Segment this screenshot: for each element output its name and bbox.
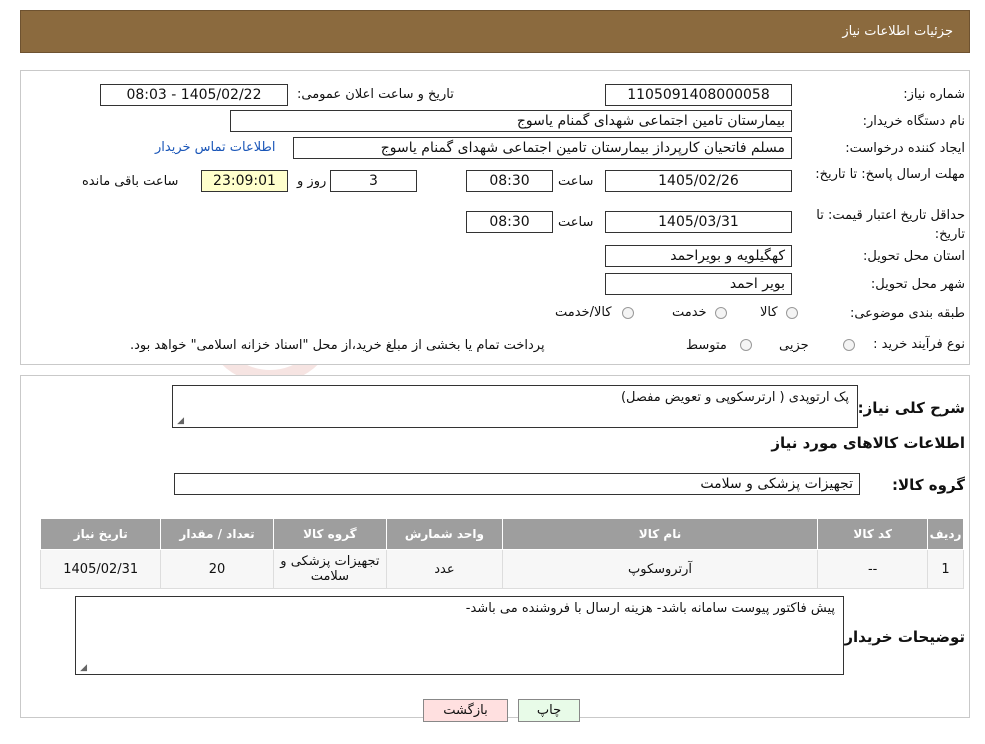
- back-button[interactable]: بازگشت: [423, 699, 508, 722]
- category-radio-goods[interactable]: [786, 307, 798, 319]
- creator-field[interactable]: مسلم فاتحیان کارپرداز بیمارستان تامین اج…: [293, 137, 792, 159]
- print-button[interactable]: چاپ: [518, 699, 580, 722]
- col-header-unit: واحد شمارش: [386, 518, 503, 550]
- remaining-time-field: 23:09:01: [201, 170, 288, 192]
- table-header-row: ردیف کد کالا نام کالا واحد شمارش گروه کا…: [39, 518, 964, 550]
- deadline-date-field[interactable]: 1405/02/26: [605, 170, 792, 192]
- process-note: پرداخت تمام یا بخشی از مبلغ خرید،از محل …: [130, 338, 545, 353]
- buyer-org-field[interactable]: بیمارستان تامین اجتماعی شهدای گمنام یاسو…: [230, 110, 792, 132]
- need-number-label: شماره نیاز:: [903, 87, 965, 102]
- col-header-quantity: تعداد / مقدار: [160, 518, 274, 550]
- process-radio-medium[interactable]: [740, 339, 752, 351]
- process-radio-minor[interactable]: [843, 339, 855, 351]
- deadline-label: مهلت ارسال پاسخ: تا تاریخ:: [815, 167, 965, 182]
- cell-group: تجهیزات پزشکی و سلامت: [272, 549, 388, 589]
- category-option-goods-service: کالا/خدمت: [555, 305, 612, 320]
- table-row: 1 -- آرتروسکوپ عدد تجهیزات پزشکی و سلامت…: [39, 549, 964, 589]
- resize-grip-icon[interactable]: ◢: [176, 417, 184, 426]
- validity-time-field[interactable]: 08:30: [466, 211, 553, 233]
- need-number-field[interactable]: 1105091408000058: [605, 84, 792, 106]
- category-option-service: خدمت: [672, 305, 707, 320]
- buyer-notes-label: توضیحات خریدار:: [838, 628, 965, 646]
- cell-date: 1405/02/31: [39, 549, 162, 589]
- resize-grip-icon[interactable]: ◢: [79, 664, 87, 673]
- creator-label: ایجاد کننده درخواست:: [845, 141, 965, 156]
- buyer-contact-link[interactable]: اطلاعات تماس خریدار: [155, 140, 275, 155]
- buyer-org-label: نام دستگاه خریدار:: [862, 114, 965, 129]
- summary-field[interactable]: پک ارتوپدی ( ارترسکوپی و تعویض مفصل) ◢: [172, 385, 858, 428]
- category-radio-service[interactable]: [715, 307, 727, 319]
- province-label: استان محل تحویل:: [863, 249, 965, 264]
- category-radio-goods-service[interactable]: [622, 307, 634, 319]
- announce-label: تاریخ و ساعت اعلان عمومی:: [297, 87, 454, 102]
- goods-group-field[interactable]: تجهیزات پزشکی و سلامت: [174, 473, 860, 495]
- process-option-medium: متوسط: [686, 338, 727, 353]
- province-field[interactable]: کهگیلویه و بویراحمد: [605, 245, 792, 267]
- validity-time-label: ساعت: [558, 215, 594, 230]
- col-header-name: نام کالا: [501, 518, 819, 550]
- cell-code: --: [817, 549, 929, 589]
- validity-date-field[interactable]: 1405/03/31: [605, 211, 792, 233]
- cell-name: آرتروسکوپ: [501, 549, 819, 589]
- city-field[interactable]: بویر احمد: [605, 273, 792, 295]
- buyer-notes-text: پیش فاکتور پیوست سامانه باشد- هزینه ارسا…: [465, 601, 835, 616]
- process-option-minor: جزیی: [779, 338, 809, 353]
- city-label: شهر محل تحویل:: [870, 277, 965, 292]
- page-header: جزئیات اطلاعات نیاز: [20, 10, 970, 53]
- deadline-time-label: ساعت: [558, 174, 594, 189]
- col-header-group: گروه کالا: [272, 518, 388, 550]
- items-section-title: اطلاعات کالاهای مورد نیاز: [771, 434, 965, 452]
- page-title: جزئیات اطلاعات نیاز: [842, 24, 953, 39]
- col-header-row-number: ردیف: [927, 518, 964, 550]
- col-header-date: تاریخ نیاز: [39, 518, 162, 550]
- process-label: نوع فرآیند خرید :: [873, 337, 965, 352]
- announce-field[interactable]: 1405/02/22 - 08:03: [100, 84, 288, 106]
- summary-text: پک ارتوپدی ( ارترسکوپی و تعویض مفصل): [620, 390, 849, 405]
- cell-row-number: 1: [927, 549, 964, 589]
- category-option-goods: کالا: [760, 305, 778, 320]
- validity-label: حداقل تاریخ اعتبار قیمت: تا تاریخ:: [816, 208, 965, 242]
- remaining-label: ساعت باقی مانده: [82, 174, 179, 189]
- category-label: طبقه بندی موضوعی:: [849, 306, 965, 321]
- col-header-code: کد کالا: [817, 518, 929, 550]
- days-count-field[interactable]: 3: [330, 170, 417, 192]
- items-table: ردیف کد کالا نام کالا واحد شمارش گروه کا…: [39, 518, 964, 589]
- goods-group-label: گروه کالا:: [892, 476, 965, 494]
- days-and-label: روز و: [297, 174, 327, 189]
- cell-unit: عدد: [386, 549, 503, 589]
- buyer-notes-field[interactable]: پیش فاکتور پیوست سامانه باشد- هزینه ارسا…: [75, 596, 844, 675]
- summary-label: شرح کلی نیاز:: [857, 399, 965, 417]
- cell-quantity: 20: [160, 549, 274, 589]
- deadline-time-field[interactable]: 08:30: [466, 170, 553, 192]
